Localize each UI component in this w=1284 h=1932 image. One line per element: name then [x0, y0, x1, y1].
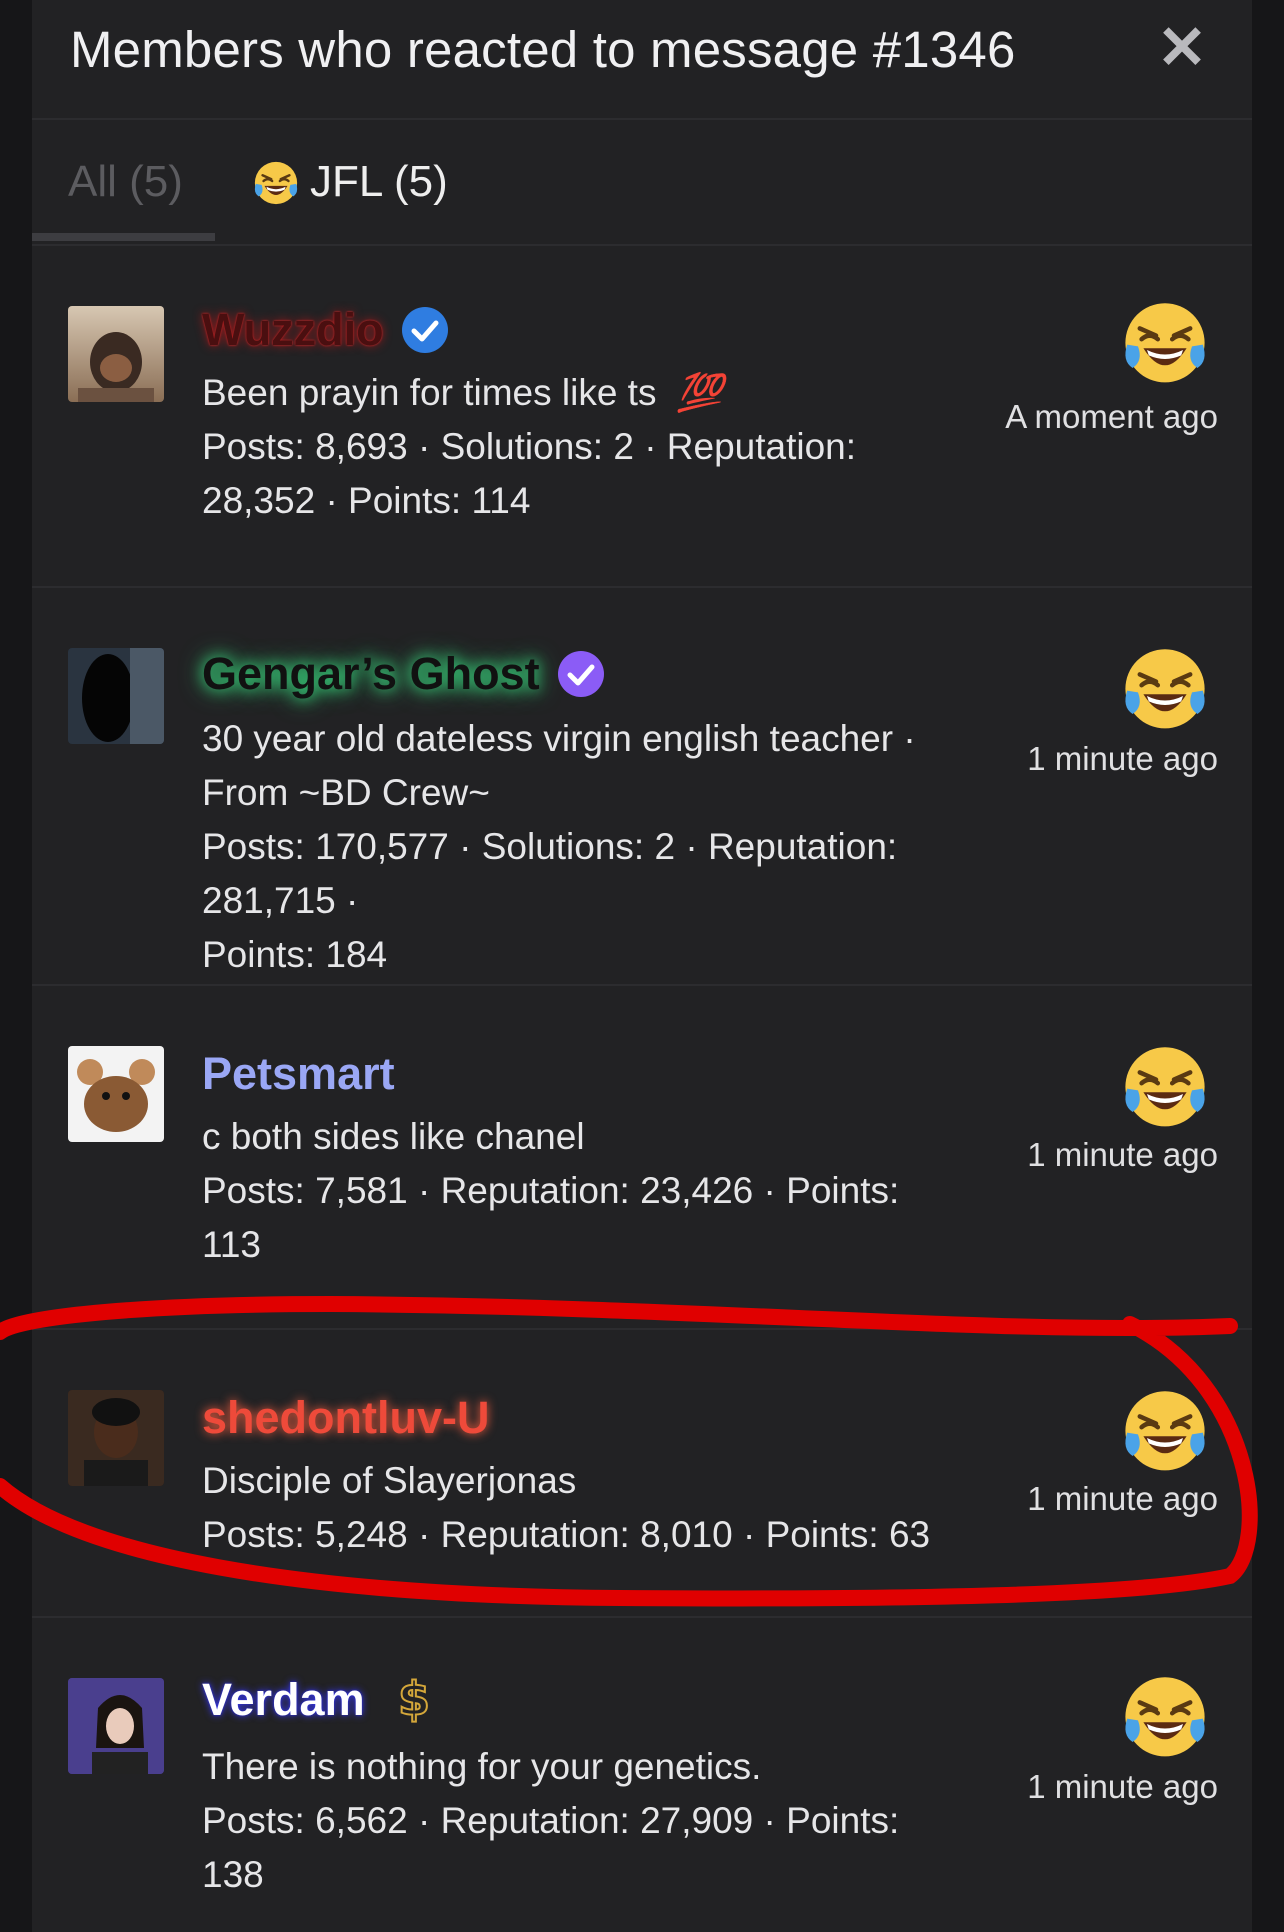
stats-line: Posts: 170,577 · Solutions: 2 · Reputati…: [202, 826, 898, 921]
tab-jfl-label: JFL (5): [310, 157, 448, 206]
hundred-emoji-icon: 💯: [676, 372, 723, 413]
dialog-title: Members who reacted to message #1346: [70, 21, 1016, 78]
avatar[interactable]: [68, 306, 164, 402]
timestamp: 1 minute ago: [1027, 1768, 1218, 1805]
close-icon[interactable]: ✕: [1152, 18, 1212, 78]
username-text: shedontluv-U: [202, 1392, 490, 1443]
avatar[interactable]: [68, 1678, 164, 1774]
avatar[interactable]: [68, 648, 164, 744]
reactions-dialog: Members who reacted to message #1346 ✕ A…: [32, 0, 1252, 1932]
verified-blue-icon: [401, 307, 448, 353]
member-stats: Posts: 8,693 · Solutions: 2 · Reputation…: [202, 420, 982, 528]
crying-laughing-emoji-icon: [1120, 1670, 1210, 1760]
list-item: shedontluv-U Disciple of Slayerjonas Pos…: [32, 1330, 1252, 1618]
member-bio: There is nothing for your genetics.: [202, 1740, 982, 1794]
stats-line: 138: [202, 1854, 264, 1895]
list-item: Gengar’s Ghost 30 year old dateless virg…: [32, 588, 1252, 986]
stats-line: Posts: 8,693 · Solutions: 2 · Reputation…: [202, 426, 857, 467]
bio-text: There is nothing for your genetics.: [202, 1746, 762, 1787]
member-stats: Posts: 7,581 · Reputation: 23,426 · Poin…: [202, 1164, 982, 1272]
list-item: Petsmart c both sides like chanel Posts:…: [32, 986, 1252, 1330]
member-bio: c both sides like chanel: [202, 1110, 982, 1164]
bio-text: Been prayin for times like ts: [202, 372, 657, 413]
reaction-tabs: All (5) JFL (5): [32, 120, 1252, 246]
username[interactable]: Gengar’s Ghost: [202, 648, 606, 700]
bio-text: 30 year old dateless virgin english teac…: [202, 718, 916, 759]
crying-laughing-emoji-icon: [1120, 642, 1210, 732]
username-text: Gengar’s Ghost: [202, 648, 540, 699]
member-stats: Posts: 5,248 · Reputation: 8,010 · Point…: [202, 1508, 982, 1562]
username-text: Verdam: [202, 1674, 365, 1725]
crying-laughing-emoji-icon: [1120, 1384, 1210, 1474]
timestamp: A moment ago: [1005, 398, 1218, 435]
bio-text: From ~BD Crew~: [202, 772, 490, 813]
dialog-header: Members who reacted to message #1346 ✕: [32, 0, 1252, 120]
verified-purple-icon: [557, 651, 604, 697]
timestamp: 1 minute ago: [1027, 740, 1218, 777]
stats-line: Posts: 5,248 · Reputation: 8,010 · Point…: [202, 1514, 931, 1555]
tab-jfl[interactable]: JFL (5): [252, 120, 448, 244]
member-bio: 30 year old dateless virgin english teac…: [202, 712, 982, 820]
stats-line: 113: [202, 1224, 261, 1265]
tab-all[interactable]: All (5): [68, 120, 183, 244]
member-stats: Posts: 170,577 · Solutions: 2 · Reputati…: [202, 820, 982, 982]
username[interactable]: Verdam $: [202, 1674, 439, 1726]
stats-line: Posts: 7,581 · Reputation: 23,426 · Poin…: [202, 1170, 900, 1211]
stats-line: Posts: 6,562 · Reputation: 27,909 · Poin…: [202, 1800, 900, 1841]
crying-laughing-emoji-icon: [1120, 1040, 1210, 1130]
active-tab-indicator: [32, 233, 215, 241]
timestamp: 1 minute ago: [1027, 1136, 1218, 1173]
username[interactable]: Petsmart: [202, 1048, 395, 1100]
list-item: Wuzzdio Been prayin for times like ts 💯 …: [32, 246, 1252, 588]
member-bio: Been prayin for times like ts 💯: [202, 372, 723, 415]
avatar[interactable]: [68, 1390, 164, 1486]
bio-text: c both sides like chanel: [202, 1116, 585, 1157]
dollar-icon: $: [397, 1675, 431, 1725]
stats-line: Points: 184: [202, 934, 388, 975]
crying-laughing-emoji-icon: [252, 158, 300, 206]
list-item: Verdam $ There is nothing for your genet…: [32, 1618, 1252, 1932]
crying-laughing-emoji-icon: [1120, 296, 1210, 386]
stats-line: 28,352 · Points: 114: [202, 480, 531, 521]
member-bio: Disciple of Slayerjonas: [202, 1454, 982, 1508]
username-text: Wuzzdio: [202, 304, 384, 355]
username[interactable]: shedontluv-U: [202, 1392, 490, 1444]
member-stats: Posts: 6,562 · Reputation: 27,909 · Poin…: [202, 1794, 982, 1902]
avatar[interactable]: [68, 1046, 164, 1142]
svg-text:$: $: [398, 1675, 430, 1725]
timestamp: 1 minute ago: [1027, 1480, 1218, 1517]
bio-text: Disciple of Slayerjonas: [202, 1460, 577, 1501]
tab-all-label: All (5): [68, 157, 183, 206]
username-text: Petsmart: [202, 1048, 395, 1099]
username[interactable]: Wuzzdio: [202, 304, 450, 356]
